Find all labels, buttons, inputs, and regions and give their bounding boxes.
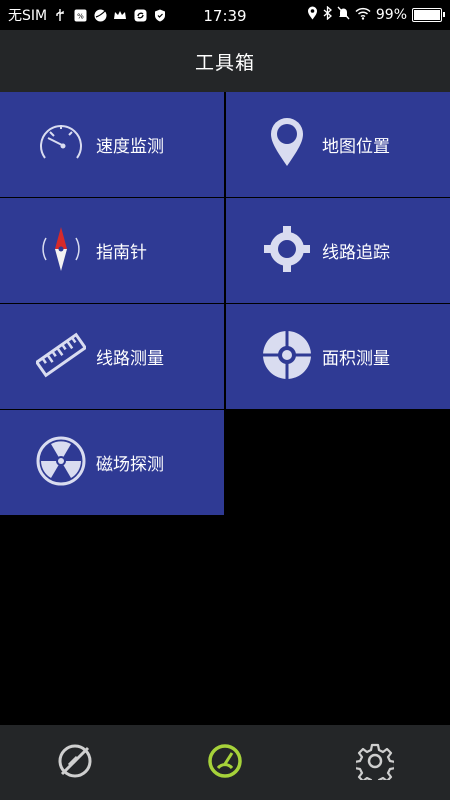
tool-tile-speed[interactable]: 速度监测 xyxy=(0,92,224,197)
radiation-icon xyxy=(36,436,86,486)
page-title: 工具箱 xyxy=(194,51,255,74)
tool-tile-route-measure[interactable]: 线路测量 xyxy=(0,304,224,409)
target-icon xyxy=(262,330,312,380)
no-tracking-icon xyxy=(56,742,94,784)
tool-label: 速度监测 xyxy=(96,137,164,157)
tool-label: 线路追踪 xyxy=(322,243,390,263)
tool-tile-area-measure[interactable]: 面积测量 xyxy=(226,304,450,409)
speedometer-icon xyxy=(36,118,86,168)
map-pin-icon xyxy=(262,118,312,168)
settings-gear-icon xyxy=(353,742,397,786)
nav-no-tracking[interactable] xyxy=(45,733,105,793)
tool-label: 面积测量 xyxy=(322,349,390,369)
tool-tile-map-location[interactable]: 地图位置 xyxy=(226,92,450,197)
tool-tile-route-tracking[interactable]: 线路追踪 xyxy=(226,198,450,303)
bottom-nav xyxy=(0,725,450,800)
gauge-icon xyxy=(206,742,244,784)
status-time: 17:39 xyxy=(203,7,247,25)
tool-tile-compass[interactable]: 指南针 xyxy=(0,198,224,303)
crosshair-icon xyxy=(262,224,312,274)
tool-label: 地图位置 xyxy=(322,137,390,157)
page-header: 工具箱 xyxy=(0,30,450,92)
nav-gauge[interactable] xyxy=(195,733,255,793)
tool-label: 指南针 xyxy=(96,243,147,263)
nav-settings[interactable] xyxy=(345,733,405,793)
tool-tile-magnetic-detect[interactable]: 磁场探测 xyxy=(0,410,224,515)
status-bar: 无SIM % 17:39 99% xyxy=(0,0,450,30)
compass-icon xyxy=(36,224,86,274)
tool-label: 线路测量 xyxy=(96,349,164,369)
ruler-icon xyxy=(34,330,88,380)
tool-label: 磁场探测 xyxy=(96,455,164,475)
battery-icon xyxy=(412,8,445,22)
